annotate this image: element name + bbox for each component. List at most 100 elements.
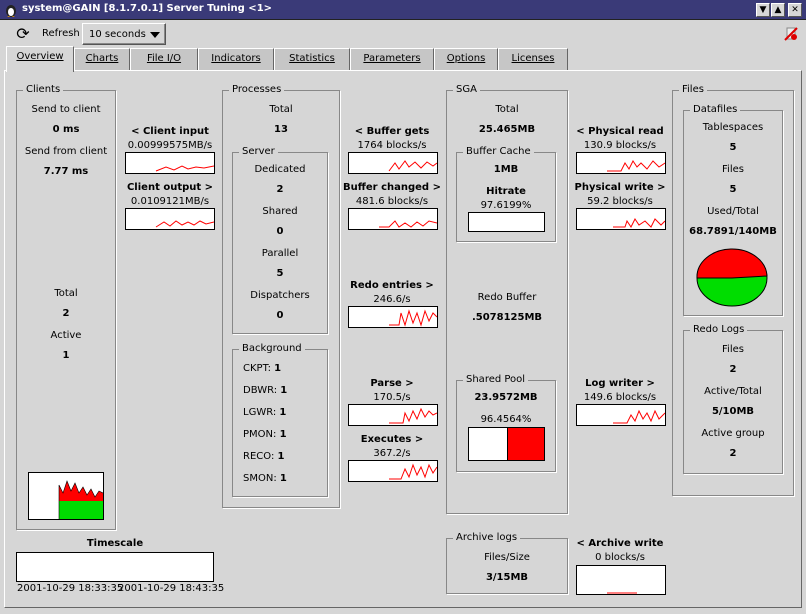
tablespaces-label: Tablespaces	[702, 122, 764, 133]
clients-total-label: Total	[54, 288, 78, 299]
client-output-value: 0.0109121MB/s	[130, 196, 210, 207]
shared-label: Shared	[262, 206, 298, 217]
timescale-label: Timescale	[86, 538, 144, 549]
clients-activity-graph	[28, 472, 104, 520]
sga-title: SGA	[453, 84, 480, 95]
shared-pool-title: Shared Pool	[463, 374, 529, 385]
used-total-value: 68.7891/140MB	[689, 226, 777, 237]
client-input-value: 0.00999575MB/s	[127, 140, 213, 151]
redo-entries-graph	[348, 306, 438, 328]
processes-total-value: 13	[274, 124, 288, 135]
redo-buffer-label: Redo Buffer	[477, 292, 537, 303]
hitrate-label: Hitrate	[486, 186, 526, 197]
parallel-value: 5	[276, 268, 284, 279]
archive-write-graph	[576, 565, 666, 595]
refresh-icon[interactable]: ⟳	[14, 25, 32, 43]
send-to-client-value: 0 ms	[52, 124, 80, 135]
maximize-button[interactable]: ▲	[771, 3, 785, 17]
tablespaces-value: 5	[729, 142, 737, 153]
redo-entries-value: 246.6/s	[373, 294, 411, 305]
archive-write-label: < Archive write	[576, 538, 664, 549]
bg-ckpt: CKPT: 1	[243, 363, 282, 374]
tab-overview[interactable]: Overview	[6, 46, 74, 72]
sga-total-value: 25.465MB	[478, 124, 536, 135]
redo-files-label: Files	[722, 344, 744, 355]
buffer-changed-graph	[348, 208, 438, 230]
datafiles-files-label: Files	[722, 164, 744, 175]
window-title: system@GAIN [8.1.7.0.1] Server Tuning <1…	[22, 3, 273, 14]
refresh-interval-select[interactable]: 10 seconds	[82, 23, 166, 45]
server-group: Server	[232, 146, 328, 334]
active-total-value: 5/10MB	[711, 406, 755, 417]
clients-total-value: 2	[62, 308, 70, 319]
dispatchers-label: Dispatchers	[250, 290, 310, 301]
send-to-client-label: Send to client	[31, 104, 101, 115]
bg-dbwr: DBWR: 1	[243, 385, 288, 396]
bg-smon: SMON: 1	[243, 473, 287, 484]
executes-label: Executes >	[360, 434, 424, 445]
redo-entries-label: Redo entries >	[350, 280, 434, 291]
tab-charts[interactable]: Charts	[74, 48, 130, 70]
refresh-label: Refresh	[42, 28, 80, 39]
archive-files-size-value: 3/15MB	[485, 572, 529, 583]
datafiles-files-value: 5	[729, 184, 737, 195]
datafiles-usage-pie	[696, 248, 768, 307]
archive-logs-group: Archive logs	[446, 532, 568, 594]
shared-value: 0	[276, 226, 284, 237]
server-title: Server	[239, 146, 278, 157]
chevron-down-icon	[150, 32, 160, 38]
executes-value: 367.2/s	[373, 448, 411, 459]
executes-graph	[348, 460, 438, 482]
used-total-label: Used/Total	[707, 206, 759, 217]
tab-parameters[interactable]: Parameters	[350, 48, 434, 70]
tab-licenses[interactable]: Licenses	[498, 48, 568, 70]
client-input-label: < Client input	[131, 126, 209, 137]
sga-total-label: Total	[495, 104, 519, 115]
processes-total-label: Total	[269, 104, 293, 115]
dispatchers-value: 0	[276, 310, 284, 321]
buffer-gets-label: < Buffer gets	[354, 126, 430, 137]
app-icon	[6, 5, 16, 17]
refresh-interval-value: 10 seconds	[89, 29, 146, 40]
send-from-client-label: Send from client	[24, 146, 108, 157]
timescale-bar	[16, 552, 214, 582]
shared-pool-usage-value: 96.4564%	[480, 414, 532, 425]
bg-lgwr: LGWR: 1	[243, 407, 287, 418]
buffer-gets-graph	[348, 152, 438, 174]
exit-icon[interactable]	[782, 25, 800, 43]
bg-pmon: PMON: 1	[243, 429, 287, 440]
redo-buffer-value: .5078125MB	[471, 312, 543, 323]
clients-active-label: Active	[50, 330, 82, 341]
buffer-changed-label: Buffer changed >	[343, 182, 441, 193]
tab-indicators[interactable]: Indicators	[198, 48, 274, 70]
archive-files-size-label: Files/Size	[484, 552, 530, 563]
tab-statistics[interactable]: Statistics	[274, 48, 350, 70]
client-output-label: Client output >	[126, 182, 214, 193]
physical-read-graph	[576, 152, 666, 174]
log-writer-value: 149.6 blocks/s	[583, 392, 657, 403]
timescale-start: 2001-10-29 18:33:35	[17, 583, 124, 594]
active-group-label: Active group	[701, 428, 765, 439]
client-output-graph	[125, 208, 215, 230]
bg-reco: RECO: 1	[243, 451, 285, 462]
parse-graph	[348, 404, 438, 426]
log-writer-graph	[576, 404, 666, 426]
buffer-cache-title: Buffer Cache	[463, 146, 534, 157]
physical-write-label: Physical write >	[574, 182, 666, 193]
minimize-button[interactable]: ▼	[756, 3, 770, 17]
title-bar[interactable]: system@GAIN [8.1.7.0.1] Server Tuning <1…	[0, 0, 806, 20]
tab-file-io[interactable]: File I/O	[130, 48, 198, 70]
client-input-graph	[125, 152, 215, 174]
files-title: Files	[679, 84, 707, 95]
parallel-label: Parallel	[261, 248, 299, 259]
datafiles-title: Datafiles	[690, 104, 741, 115]
archive-logs-title: Archive logs	[453, 532, 521, 543]
parse-label: Parse >	[370, 378, 414, 389]
close-button[interactable]: ✕	[788, 3, 802, 17]
buffer-changed-value: 481.6 blocks/s	[355, 196, 429, 207]
tab-options[interactable]: Options	[434, 48, 498, 70]
archive-write-value: 0 blocks/s	[595, 552, 645, 563]
active-group-value: 2	[729, 448, 737, 459]
background-title: Background	[239, 343, 305, 354]
physical-write-graph	[576, 208, 666, 230]
